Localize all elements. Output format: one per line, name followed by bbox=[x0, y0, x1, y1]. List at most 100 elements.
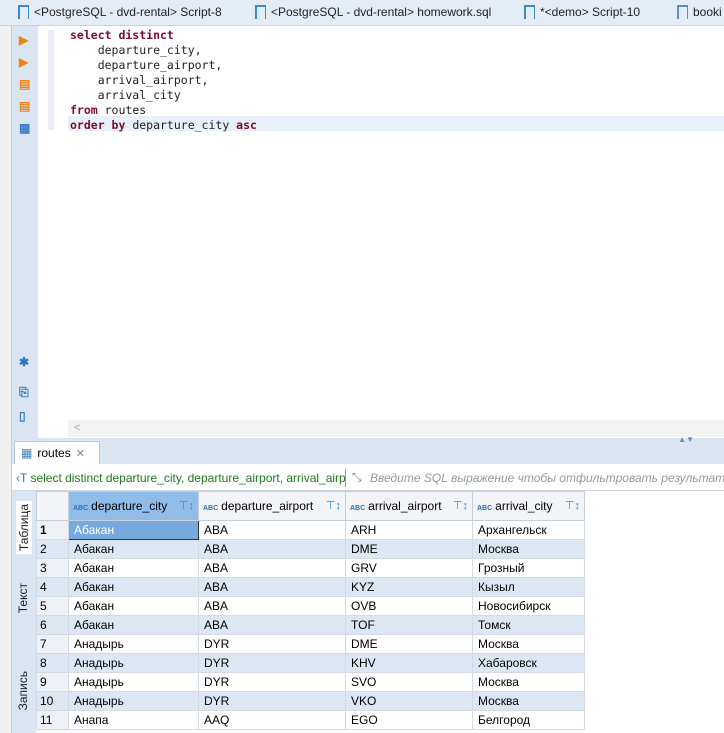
filter-sort-icon[interactable]: ⊤↕ bbox=[179, 499, 194, 512]
export-icon[interactable]: ⎘ bbox=[19, 386, 31, 398]
cell-departure_airport[interactable]: DYR bbox=[198, 634, 346, 654]
table-row[interactable]: 11 Анапа AAQ EGO Белгород bbox=[36, 710, 585, 730]
cell-arrival_city[interactable]: Москва bbox=[472, 672, 585, 692]
row-number[interactable]: 11 bbox=[36, 710, 69, 730]
editor-tab[interactable]: booki bbox=[677, 5, 722, 19]
editor-tab[interactable]: <PostgreSQL - dvd-rental> Script-8 bbox=[18, 5, 222, 19]
cell-arrival_city[interactable]: Грозный bbox=[472, 558, 585, 578]
table-row[interactable]: 1 Абакан ABA ARH Архангельск bbox=[36, 520, 585, 540]
cell-departure_city[interactable]: Абакан bbox=[68, 596, 199, 616]
results-tab-routes[interactable]: ▦ routes ✕ bbox=[14, 441, 100, 464]
cell-departure_airport[interactable]: DYR bbox=[198, 691, 346, 711]
filter-sort-icon[interactable]: ⊤↕ bbox=[326, 499, 341, 512]
cell-departure_city[interactable]: Анадырь bbox=[68, 634, 199, 654]
table-row[interactable]: 3 Абакан ABA GRV Грозный bbox=[36, 558, 585, 578]
cell-departure_city[interactable]: Анадырь bbox=[68, 691, 199, 711]
cell-departure_city[interactable]: Анадырь bbox=[68, 653, 199, 673]
expand-icon[interactable]: ⤡ bbox=[352, 470, 362, 485]
cell-departure_airport[interactable]: ABA bbox=[198, 520, 346, 540]
cell-departure_airport[interactable]: ABA bbox=[198, 539, 346, 559]
cell-arrival_airport[interactable]: GRV bbox=[345, 558, 473, 578]
execute-script-icon[interactable]: ▤ bbox=[19, 78, 31, 90]
cell-arrival_airport[interactable]: OVB bbox=[345, 596, 473, 616]
row-number[interactable]: 2 bbox=[36, 539, 69, 559]
editor-tab[interactable]: *<demo> Script-10 bbox=[524, 5, 640, 19]
row-number[interactable]: 8 bbox=[36, 653, 69, 673]
code-line: arrival_city bbox=[70, 88, 181, 103]
cell-arrival_airport[interactable]: DME bbox=[345, 539, 473, 559]
row-number[interactable]: 10 bbox=[36, 691, 69, 711]
cell-departure_city[interactable]: Абакан bbox=[68, 520, 199, 540]
text-type-icon: ABC bbox=[73, 505, 89, 512]
column-header-arrival_city[interactable]: ABC arrival_city ⊤↕ bbox=[472, 491, 585, 521]
table-row[interactable]: 10 Анадырь DYR VKO Москва bbox=[36, 691, 585, 711]
table-row[interactable]: 2 Абакан ABA DME Москва bbox=[36, 539, 585, 559]
row-number[interactable]: 5 bbox=[36, 596, 69, 616]
tab-text[interactable]: Текст bbox=[16, 583, 30, 613]
cell-departure_city[interactable]: Анадырь bbox=[68, 672, 199, 692]
cell-departure_airport[interactable]: ABA bbox=[198, 596, 346, 616]
cell-departure_city[interactable]: Абакан bbox=[68, 615, 199, 635]
editor-tab[interactable]: <PostgreSQL - dvd-rental> homework.sql bbox=[255, 5, 491, 19]
load-script-icon[interactable]: ▯ bbox=[19, 410, 31, 422]
cell-arrival_airport[interactable]: KHV bbox=[345, 653, 473, 673]
cell-arrival_airport[interactable]: TOF bbox=[345, 615, 473, 635]
cell-arrival_airport[interactable]: EGO bbox=[345, 710, 473, 730]
tab-record[interactable]: Запись bbox=[16, 671, 30, 710]
cell-departure_airport[interactable]: ABA bbox=[198, 615, 346, 635]
cell-departure_airport[interactable]: DYR bbox=[198, 672, 346, 692]
sql-editor[interactable]: select distinct departure_city, departur… bbox=[68, 26, 724, 420]
cell-arrival_city[interactable]: Новосибирск bbox=[472, 596, 585, 616]
maximize-restore-icon[interactable]: ▲▼ bbox=[678, 435, 694, 444]
settings-icon[interactable]: ✱ bbox=[19, 356, 31, 368]
tab-table[interactable]: Таблица bbox=[16, 501, 32, 555]
table-row[interactable]: 4 Абакан ABA KYZ Кызыл bbox=[36, 577, 585, 597]
execute-script-new-tab-icon[interactable]: ▤ bbox=[19, 100, 31, 112]
cell-departure_airport[interactable]: ABA bbox=[198, 577, 346, 597]
editor-horizontal-scrollbar[interactable]: < bbox=[68, 420, 724, 437]
cell-arrival_airport[interactable]: SVO bbox=[345, 672, 473, 692]
filter-sort-icon[interactable]: ⊤↕ bbox=[453, 499, 468, 512]
cell-arrival_airport[interactable]: KYZ bbox=[345, 577, 473, 597]
cell-arrival_city[interactable]: Белгород bbox=[472, 710, 585, 730]
cell-arrival_airport[interactable]: ARH bbox=[345, 520, 473, 540]
cell-arrival_airport[interactable]: VKO bbox=[345, 691, 473, 711]
column-header-departure_airport[interactable]: ABC departure_airport ⊤↕ bbox=[198, 491, 346, 521]
cell-arrival_airport[interactable]: DME bbox=[345, 634, 473, 654]
row-number[interactable]: 7 bbox=[36, 634, 69, 654]
filter-bar: ‹T select distinct departure_city, depar… bbox=[12, 464, 724, 491]
cell-departure_city[interactable]: Абакан bbox=[68, 539, 199, 559]
table-row[interactable]: 5 Абакан ABA OVB Новосибирск bbox=[36, 596, 585, 616]
column-header-arrival_airport[interactable]: ABC arrival_airport ⊤↕ bbox=[345, 491, 473, 521]
execute-new-tab-icon[interactable]: ▶ bbox=[19, 56, 31, 68]
cell-arrival_city[interactable]: Москва bbox=[472, 539, 585, 559]
row-number[interactable]: 9 bbox=[36, 672, 69, 692]
row-number[interactable]: 3 bbox=[36, 558, 69, 578]
row-number[interactable]: 4 bbox=[36, 577, 69, 597]
cell-arrival_city[interactable]: Москва bbox=[472, 634, 585, 654]
filter-input[interactable]: Введите SQL выражение чтобы отфильтроват… bbox=[370, 469, 724, 487]
table-row[interactable]: 8 Анадырь DYR KHV Хабаровск bbox=[36, 653, 585, 673]
execute-icon[interactable]: ▶ bbox=[19, 34, 31, 46]
row-number[interactable]: 6 bbox=[36, 615, 69, 635]
column-header-departure_city[interactable]: ABC departure_city ⊤↕ bbox=[68, 491, 199, 521]
sql-keyword: asc bbox=[236, 118, 257, 132]
cell-departure_city[interactable]: Анапа bbox=[68, 710, 199, 730]
cell-arrival_city[interactable]: Кызыл bbox=[472, 577, 585, 597]
table-row[interactable]: 6 Абакан ABA TOF Томск bbox=[36, 615, 585, 635]
close-icon[interactable]: ✕ bbox=[76, 447, 85, 460]
cell-arrival_city[interactable]: Архангельск bbox=[472, 520, 585, 540]
table-row[interactable]: 9 Анадырь DYR SVO Москва bbox=[36, 672, 585, 692]
cell-departure_airport[interactable]: AAQ bbox=[198, 710, 346, 730]
cell-departure_city[interactable]: Абакан bbox=[68, 577, 199, 597]
cell-arrival_city[interactable]: Томск bbox=[472, 615, 585, 635]
cell-arrival_city[interactable]: Москва bbox=[472, 691, 585, 711]
cell-departure_airport[interactable]: DYR bbox=[198, 653, 346, 673]
row-number[interactable]: 1 bbox=[36, 520, 69, 540]
cell-arrival_city[interactable]: Хабаровск bbox=[472, 653, 585, 673]
table-row[interactable]: 7 Анадырь DYR DME Москва bbox=[36, 634, 585, 654]
cell-departure_city[interactable]: Абакан bbox=[68, 558, 199, 578]
filter-sort-icon[interactable]: ⊤↕ bbox=[565, 499, 580, 512]
cell-departure_airport[interactable]: ABA bbox=[198, 558, 346, 578]
explain-plan-icon[interactable]: ▦ bbox=[19, 122, 31, 134]
